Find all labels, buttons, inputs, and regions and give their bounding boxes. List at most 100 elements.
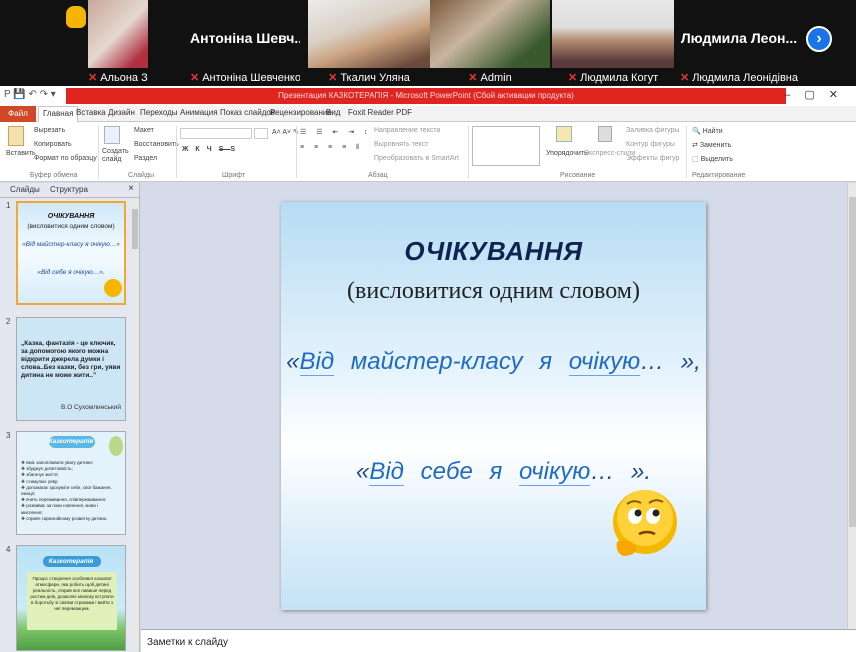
arrange-icon[interactable] bbox=[556, 126, 572, 142]
new-slide-button[interactable]: Создать слайд bbox=[102, 148, 129, 164]
group-label-font: Шрифт bbox=[222, 172, 246, 179]
thumbnail-scrollbar[interactable] bbox=[131, 199, 139, 651]
slide-number: 3 bbox=[6, 431, 11, 440]
tab-home[interactable]: Главная bbox=[38, 106, 79, 123]
tab-insert[interactable]: Вставка bbox=[76, 108, 106, 117]
tab-transitions[interactable]: Переходы bbox=[140, 108, 178, 117]
tab-slideshow[interactable]: Показ слайдов bbox=[220, 108, 275, 117]
tab-file[interactable]: Файл bbox=[0, 106, 36, 122]
smartart-button[interactable]: Преобразовать в SmartArt bbox=[374, 155, 459, 162]
title-bar: P 💾 ↶ ↷ ▾ Презентация КАЗКОТЕРАПІЯ - Mic… bbox=[0, 86, 856, 106]
participant-video bbox=[308, 0, 430, 68]
tab-foxit[interactable]: Foxit Reader PDF bbox=[348, 108, 412, 117]
raise-hand-icon[interactable] bbox=[66, 6, 86, 28]
slide-number: 1 bbox=[6, 201, 11, 210]
slide-editor: ОЧІКУВАННЯ (висловитися одним словом) «В… bbox=[141, 183, 856, 629]
new-slide-icon[interactable] bbox=[104, 126, 120, 144]
shape-outline-button[interactable]: Контур фигуры bbox=[626, 141, 675, 148]
tab-view[interactable]: Вид bbox=[326, 108, 340, 117]
window-controls[interactable]: –▢✕ bbox=[784, 88, 852, 101]
slide-title[interactable]: ОЧІКУВАННЯ bbox=[281, 236, 706, 267]
slides-pane: Слайды Структура × 1 ОЧІКУВАННЯ (вислови… bbox=[0, 183, 140, 652]
font-style-buttons[interactable]: ЖКЧSS bbox=[182, 146, 242, 153]
slide-number: 2 bbox=[6, 317, 11, 326]
tab-animation[interactable]: Анимация bbox=[180, 108, 218, 117]
group-label-paragraph: Абзац bbox=[368, 172, 388, 179]
mic-muted-icon: ✕ bbox=[468, 72, 478, 84]
cut-button[interactable]: Вырезать bbox=[34, 127, 65, 134]
slide-subtitle[interactable]: (висловитися одним словом) bbox=[281, 278, 706, 305]
find-button[interactable]: 🔍 Найти bbox=[692, 127, 723, 135]
participant-tile-5[interactable]: ✕ Людмила Когут bbox=[552, 0, 674, 86]
shapes-gallery[interactable] bbox=[472, 126, 540, 166]
participant-tile-4[interactable]: ✕ Admin bbox=[430, 0, 550, 86]
group-label-editing: Редактирование bbox=[692, 172, 746, 179]
format-painter-button[interactable]: Формат по образцу bbox=[34, 155, 97, 162]
group-label-clipboard: Буфер обмена bbox=[30, 172, 78, 179]
participant-tile-2[interactable]: Антоніна Шевч... ✕ Антоніна Шевченко bbox=[190, 0, 300, 86]
shape-fill-button[interactable]: Заливка фигуры bbox=[626, 127, 679, 134]
mic-muted-icon: ✕ bbox=[567, 72, 578, 84]
hot-air-balloon-icon bbox=[109, 436, 123, 456]
next-participants-button[interactable]: › bbox=[806, 26, 832, 52]
tab-review[interactable]: Рецензирование bbox=[270, 108, 332, 117]
pane-tabs: Слайды Структура × bbox=[0, 183, 140, 198]
quick-access-toolbar[interactable]: P 💾 ↶ ↷ ▾ bbox=[4, 89, 56, 100]
mic-muted-icon: ✕ bbox=[190, 72, 200, 84]
participant-tile-6[interactable]: Людмила Леон... ✕ Людмила Леонідівна bbox=[676, 0, 802, 86]
slide-thumbnail[interactable]: Казкотерапія Процес створення особливої … bbox=[16, 545, 126, 651]
tab-outline[interactable]: Структура bbox=[50, 185, 88, 194]
participant-video bbox=[88, 0, 148, 68]
copy-button[interactable]: Копировать bbox=[34, 141, 72, 148]
mic-muted-icon: ✕ bbox=[328, 72, 338, 84]
arrange-button[interactable]: Упорядочить bbox=[546, 150, 588, 157]
ribbon: Вставить Вырезать Копировать Формат по о… bbox=[0, 122, 856, 182]
paste-icon[interactable] bbox=[8, 126, 24, 146]
slide-scrollbar[interactable] bbox=[847, 183, 856, 629]
current-slide[interactable]: ОЧІКУВАННЯ (висловитися одним словом) «В… bbox=[281, 202, 706, 610]
paste-button[interactable]: Вставить bbox=[6, 150, 36, 157]
notes-pane[interactable]: Заметки к слайду bbox=[141, 629, 856, 652]
align-text-button[interactable]: Выровнять текст bbox=[374, 141, 429, 148]
participant-tile-3[interactable]: ✕ Ткалич Уляна bbox=[308, 0, 430, 86]
list-buttons[interactable]: ☰ ☰ ⇤ ⇥ ↕ bbox=[300, 128, 372, 136]
group-separator bbox=[176, 126, 177, 178]
participant-name-large: Антоніна Шевч... bbox=[190, 30, 300, 46]
section-button[interactable]: Раздел bbox=[134, 155, 157, 162]
quick-styles-icon[interactable] bbox=[598, 126, 612, 142]
select-button[interactable]: ⬚ Выделить bbox=[692, 155, 733, 163]
group-label-drawing: Рисование bbox=[560, 172, 596, 179]
slide-line-2[interactable]: «Від себе я очікую… ». bbox=[351, 458, 656, 486]
slide-thumbnail[interactable]: Казкотерапія ❖ вміє запоплювати увагу ди… bbox=[16, 431, 126, 535]
participant-video bbox=[430, 0, 550, 68]
powerpoint-window: P 💾 ↶ ↷ ▾ Презентация КАЗКОТЕРАПІЯ - Mic… bbox=[0, 86, 856, 652]
group-separator bbox=[98, 126, 99, 178]
participant-video bbox=[552, 0, 674, 68]
text-direction-button[interactable]: Направление текста bbox=[374, 127, 440, 134]
participant-name-large: Людмила Леон... bbox=[680, 30, 798, 46]
group-separator bbox=[468, 126, 469, 178]
align-buttons[interactable]: ≡ ≡ ≡ ≡ ⫴ bbox=[300, 144, 363, 152]
group-separator bbox=[296, 126, 297, 178]
reset-button[interactable]: Восстановить bbox=[134, 141, 179, 148]
video-conference-strip: ✕Альона Заїка Антоніна Шевч... ✕Антоніна… bbox=[0, 0, 856, 86]
layout-button[interactable]: Макет bbox=[134, 127, 154, 134]
replace-button[interactable]: ⇄ Заменить bbox=[692, 141, 731, 149]
participant-tile-1[interactable]: ✕Альона Заїка bbox=[88, 0, 148, 86]
close-pane-icon[interactable]: × bbox=[128, 183, 134, 194]
font-family-select[interactable] bbox=[180, 128, 252, 139]
ribbon-tabs: Файл Главная Вставка Дизайн Переходы Ани… bbox=[0, 106, 856, 123]
font-grow-shrink-buttons[interactable]: A˄ A˅ ✎ bbox=[272, 128, 299, 136]
mic-muted-icon: ✕ bbox=[88, 72, 98, 84]
slide-thumbnail[interactable]: „Казка, фантазія - це ключик, за допомог… bbox=[16, 317, 126, 421]
thinking-emoji-icon bbox=[104, 279, 122, 297]
font-size-select[interactable] bbox=[254, 128, 268, 139]
shape-effects-button[interactable]: Эффекты фигур bbox=[626, 155, 679, 162]
notes-placeholder: Заметки к слайду bbox=[147, 637, 228, 648]
window-title: Презентация КАЗКОТЕРАПІЯ - Microsoft Pow… bbox=[66, 88, 786, 104]
tab-design[interactable]: Дизайн bbox=[108, 108, 135, 117]
mic-muted-icon: ✕ bbox=[679, 72, 690, 84]
slide-line-1[interactable]: «Від майстер-класу я очікую… », bbox=[281, 348, 706, 376]
tab-slides[interactable]: Слайды bbox=[10, 185, 40, 194]
slide-thumbnail[interactable]: ОЧІКУВАННЯ (висловитися одним словом) «В… bbox=[16, 201, 126, 305]
